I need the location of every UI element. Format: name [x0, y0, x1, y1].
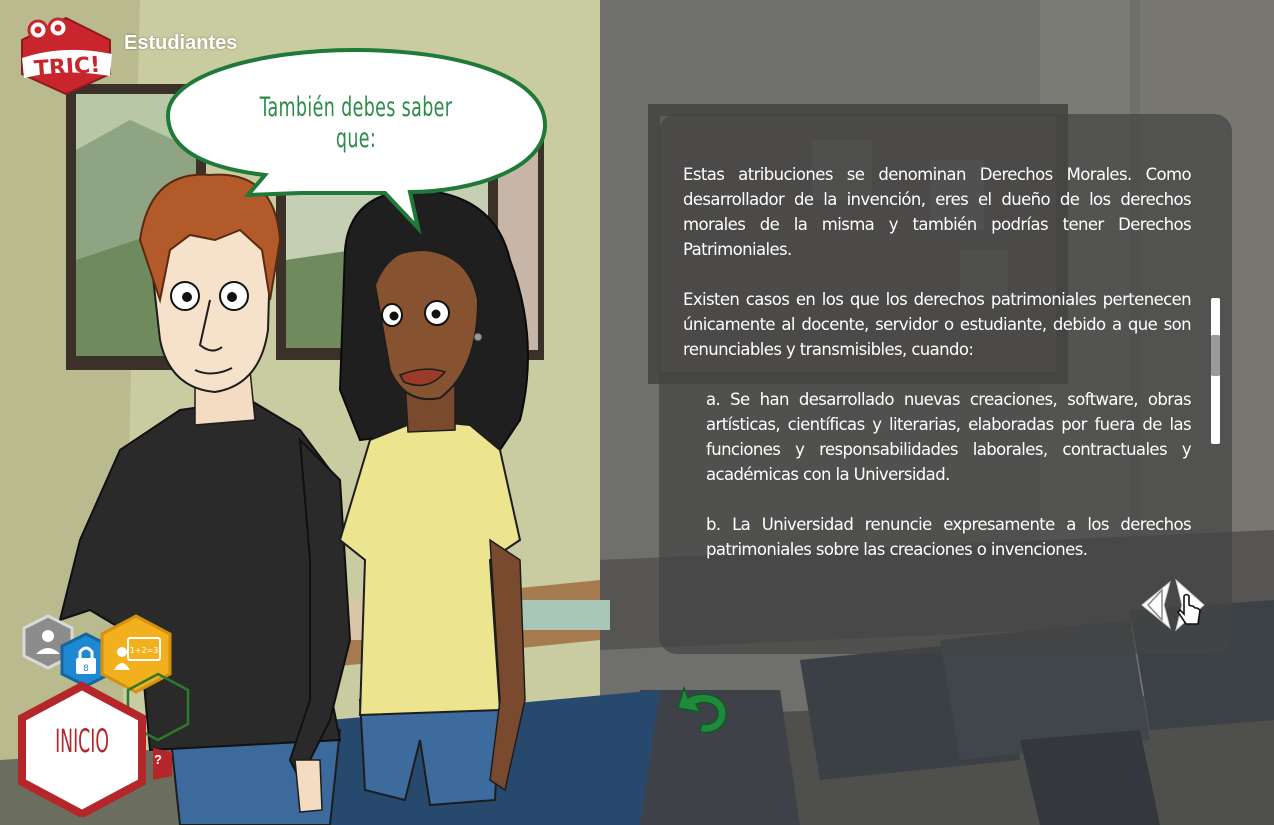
hand-pointer-icon[interactable] — [1170, 578, 1210, 632]
tric-logo[interactable]: TRIC! — [14, 14, 118, 98]
content-panel-text: Estas atribuciones se denominan Derechos… — [683, 162, 1192, 587]
logo-text: TRIC! — [33, 53, 101, 83]
hex-menu: 8 1+2=3 — [18, 614, 190, 817]
undo-arrow-icon[interactable] — [674, 684, 732, 736]
list-item-b: b. La Universidad renuncie expresamente … — [706, 515, 1192, 559]
chevron-left-icon[interactable] — [1138, 580, 1174, 630]
logo-graphic: TRIC! — [21, 16, 112, 96]
list-item-a: a. Se han desarrollado nuevas creaciones… — [706, 390, 1192, 484]
lock-badge-text: 8 — [83, 664, 89, 674]
inicio-label: INICIO — [55, 722, 109, 760]
teacher-icon[interactable]: 1+2=3 — [100, 614, 172, 694]
paragraph-moral-rights: Estas atribuciones se denominan Derechos… — [683, 165, 1192, 259]
teacher-board-text: 1+2=3 — [130, 646, 159, 655]
speech-bubble-text: También debes saber que: — [259, 92, 453, 154]
scene: También debes saber que: TRIC! Estudiant… — [0, 0, 1274, 825]
section-title: Estudiantes — [124, 32, 238, 54]
paragraph-patrimonial-rights: Existen casos en los que los derechos pa… — [683, 290, 1192, 359]
scrollbar-thumb[interactable] — [1211, 334, 1220, 376]
help-label: ? — [154, 752, 162, 767]
